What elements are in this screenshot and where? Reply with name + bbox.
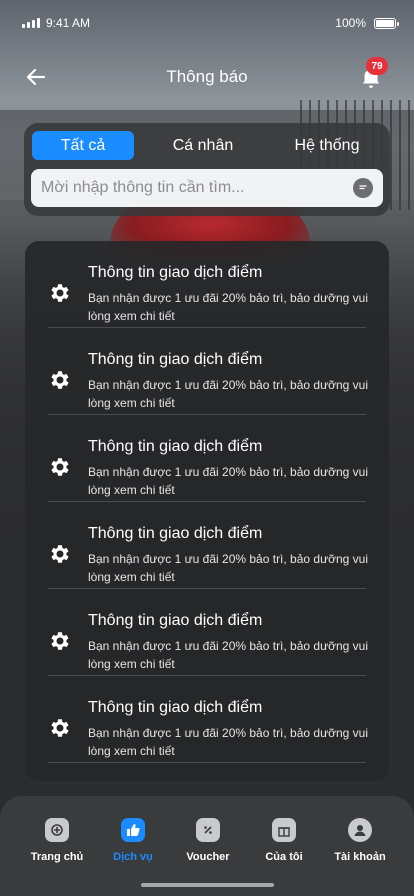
- nav-label-account: Tài khoản: [334, 851, 386, 863]
- status-bar: 9:41 AM 100%: [0, 0, 414, 46]
- notification-item[interactable]: Thông tin giao dịch điểm Bạn nhận được 1…: [25, 241, 389, 328]
- notification-body: Bạn nhận được 1 ưu đãi 20% bảo trì, bảo …: [88, 726, 369, 758]
- notification-body: Bạn nhận được 1 ưu đãi 20% bảo trì, bảo …: [88, 378, 369, 410]
- header: Thông báo: [0, 56, 414, 98]
- gear-icon: [51, 284, 69, 302]
- notification-item[interactable]: Thông tin giao dịch điểm Bạn nhận được 1…: [25, 328, 389, 415]
- account-icon: [348, 818, 372, 842]
- notification-list: Thông tin giao dịch điểm Bạn nhận được 1…: [25, 241, 389, 781]
- home-icon: [45, 818, 69, 842]
- notification-item[interactable]: Thông tin giao dịch điểm Bạn nhận được 1…: [25, 502, 389, 589]
- gear-icon: [51, 545, 69, 563]
- bottom-navigation: Trang chủ Dịch vụ Voucher Của tôi Tài kh…: [0, 796, 414, 896]
- notification-body: Bạn nhận được 1 ưu đãi 20% bảo trì, bảo …: [88, 639, 369, 671]
- nav-item-services[interactable]: Dịch vụ: [95, 818, 171, 863]
- notification-count-badge: 79: [366, 57, 388, 75]
- notification-title: Thông tin giao dịch điểm: [88, 525, 263, 542]
- notification-item[interactable]: Thông tin giao dịch điểm Bạn nhận được 1…: [25, 415, 389, 502]
- voucher-icon: [196, 818, 220, 842]
- battery-percent: 100%: [335, 16, 366, 30]
- notification-body: Bạn nhận được 1 ưu đãi 20% bảo trì, bảo …: [88, 552, 369, 584]
- notification-body: Bạn nhận được 1 ưu đãi 20% bảo trì, bảo …: [88, 291, 369, 323]
- battery-icon: [374, 17, 399, 29]
- notification-title: Thông tin giao dịch điểm: [88, 612, 263, 629]
- status-time: 9:41 AM: [46, 16, 91, 30]
- divider: [48, 762, 366, 763]
- tab-system[interactable]: Hệ thống: [272, 131, 382, 160]
- gear-icon: [51, 632, 69, 650]
- tab-all[interactable]: Tất cả: [32, 131, 134, 160]
- nav-label-voucher: Voucher: [186, 851, 230, 863]
- search-input[interactable]: [41, 179, 353, 197]
- nav-label-mine: Của tôi: [265, 851, 303, 863]
- nav-label-home: Trang chủ: [30, 851, 84, 863]
- notification-title: Thông tin giao dịch điểm: [88, 438, 263, 455]
- arrow-left-icon: [26, 68, 46, 86]
- gear-icon: [51, 458, 69, 476]
- notification-item[interactable]: Thông tin giao dịch điểm Bạn nhận được 1…: [25, 589, 389, 676]
- search-box: [31, 169, 383, 207]
- back-button[interactable]: [24, 65, 48, 89]
- page-title: Thông báo: [166, 67, 248, 86]
- nav-item-voucher[interactable]: Voucher: [170, 818, 246, 863]
- signal-icon: [22, 18, 40, 28]
- notification-title: Thông tin giao dịch điểm: [88, 699, 263, 716]
- nav-item-account[interactable]: Tài khoản: [322, 818, 398, 863]
- notification-item[interactable]: Thông tin giao dịch điểm Bạn nhận được 1…: [25, 676, 389, 763]
- gift-icon: [272, 818, 296, 842]
- filter-panel: Tất cả Cá nhân Hệ thống: [24, 123, 390, 216]
- tab-bar: Tất cả Cá nhân Hệ thống: [32, 131, 382, 160]
- gear-icon: [51, 371, 69, 389]
- nav-item-home[interactable]: Trang chủ: [19, 818, 95, 863]
- thumbs-up-icon: [121, 818, 145, 842]
- nav-label-services: Dịch vụ: [113, 851, 153, 863]
- notification-title: Thông tin giao dịch điểm: [88, 264, 263, 281]
- home-indicator: [141, 883, 274, 887]
- notification-title: Thông tin giao dịch điểm: [88, 351, 263, 368]
- gear-icon: [51, 719, 69, 737]
- nav-item-mine[interactable]: Của tôi: [246, 818, 322, 863]
- notification-body: Bạn nhận được 1 ưu đãi 20% bảo trì, bảo …: [88, 465, 369, 497]
- tab-personal[interactable]: Cá nhân: [148, 131, 258, 160]
- search-icon[interactable]: [353, 178, 373, 198]
